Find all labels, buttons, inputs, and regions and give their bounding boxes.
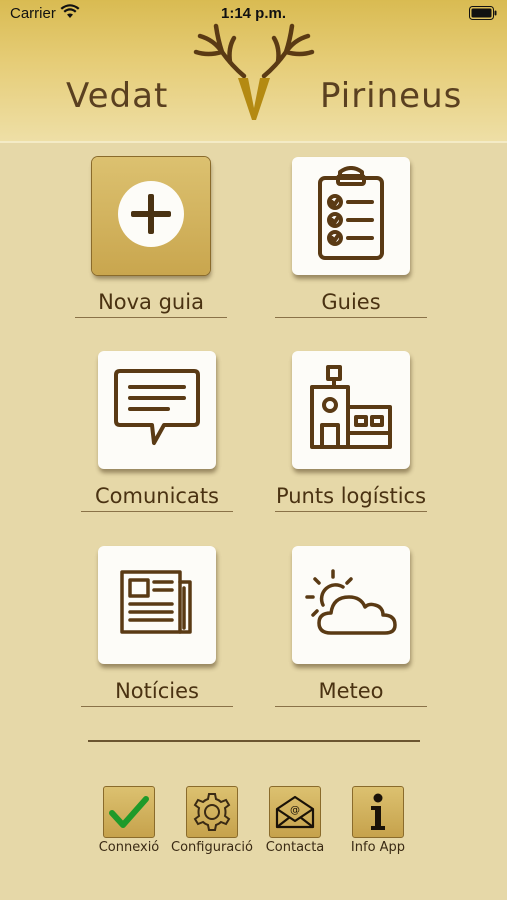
info-icon[interactable] [352,786,404,838]
tile-underline [275,706,427,707]
menu-item-noticies[interactable]: Notícies [77,546,237,707]
meteo-label: Meteo [318,679,384,703]
connexio-label: Connexió [98,840,160,855]
clipboard-checklist-icon [316,165,386,267]
tile-underline [275,317,427,318]
menu-item-guies[interactable]: Guies [271,157,431,318]
comunicats-button[interactable] [98,351,216,469]
bottom-nav-connexio[interactable]: Connexió [84,786,174,855]
bottom-nav-info-app[interactable]: Info App [333,786,423,855]
menu-item-nova-guia[interactable]: Nova guia [71,157,231,318]
deer-antlers-v-logo-icon [192,16,316,129]
configuracio-label: Configuració [171,840,253,855]
tile-underline [75,317,227,318]
menu-item-meteo[interactable]: Meteo [271,546,431,707]
meteo-button[interactable] [292,546,410,664]
buildings-icon [306,363,396,458]
noticies-label: Notícies [115,679,199,703]
bottom-nav-configuracio[interactable]: Configuració [167,786,257,855]
envelope-at-icon[interactable]: @ [269,786,321,838]
app-header: Carrier 1:14 p.m. Vedat Pirineus [0,0,507,143]
brand-pirineus: Pirineus [320,76,463,116]
contacta-label: Contacta [265,840,325,855]
tile-underline [275,511,427,512]
brand-vedat: Vedat [66,76,169,116]
speech-bubble-icon [112,365,202,456]
newspaper-icon [118,568,196,643]
sun-cloud-icon [303,567,399,644]
tile-underline [81,511,233,512]
punts-logistics-label: Punts logístics [275,484,427,508]
svg-text:@: @ [290,805,300,816]
punts-logistics-button[interactable] [292,351,410,469]
nova-guia-label: Nova guia [98,290,204,314]
comunicats-label: Comunicats [94,484,219,508]
nova-guia-button[interactable] [92,157,210,275]
checkmark-icon[interactable] [103,786,155,838]
gear-icon[interactable] [186,786,238,838]
tile-underline [81,706,233,707]
menu-item-punts-logistics[interactable]: Punts logístics [271,351,431,512]
plus-circle-icon [116,179,186,254]
menu-item-comunicats[interactable]: Comunicats [77,351,237,512]
guies-button[interactable] [292,157,410,275]
menu-divider [88,740,420,742]
bottom-nav-contacta[interactable]: @ Contacta [250,786,340,855]
info-app-label: Info App [350,840,406,855]
battery-icon [469,6,497,24]
guies-label: Guies [321,290,381,314]
noticies-button[interactable] [98,546,216,664]
